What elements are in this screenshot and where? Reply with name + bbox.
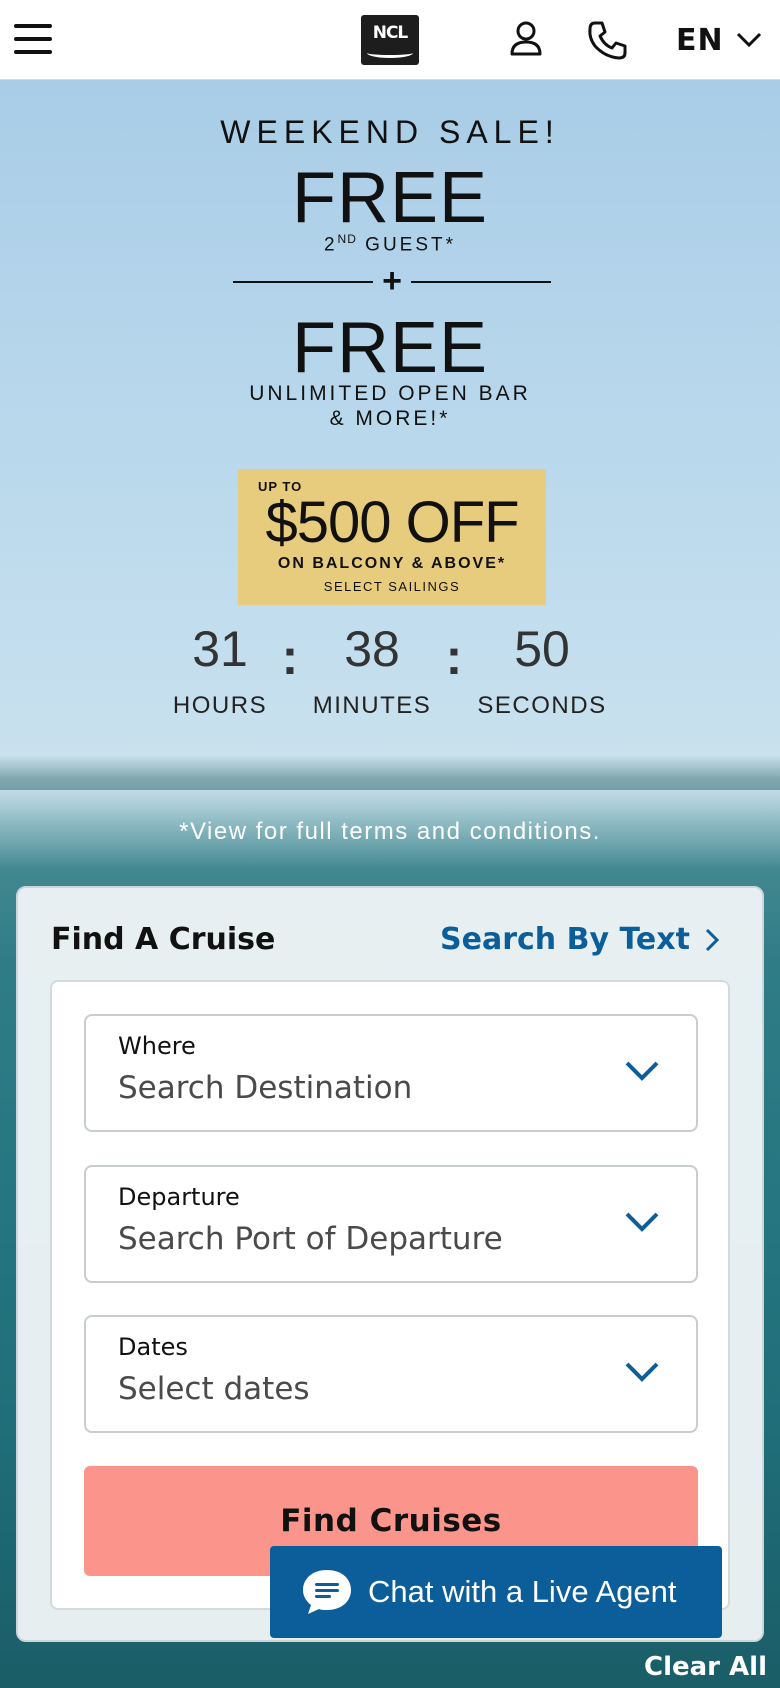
ncl-logo[interactable]: NCL (361, 15, 419, 65)
promo-free-guest: FREE (291, 158, 489, 238)
plus-sign: + (382, 262, 402, 300)
departure-label: Departure (118, 1183, 240, 1211)
logo-wave (367, 48, 413, 58)
countdown-hours: 31 (192, 621, 248, 677)
language-code: EN (676, 22, 724, 58)
logo-text: NCL (372, 23, 409, 43)
user-account-icon[interactable] (504, 18, 548, 62)
language-selector[interactable]: EN (676, 22, 762, 58)
terms-link[interactable]: *View for full terms and conditions. (0, 818, 780, 846)
countdown-separator: : (445, 629, 463, 685)
chat-bubble-icon (303, 1570, 351, 1614)
destination-dropdown[interactable]: Where Search Destination (84, 1014, 698, 1132)
offer-select: SELECT SAILINGS (323, 579, 461, 594)
chevron-down-icon (625, 1362, 659, 1382)
promo-guest-line: 2ND GUEST* (0, 232, 780, 256)
promo-bar-line2: & MORE!* (329, 407, 451, 430)
chat-label: Chat with a Live Agent (368, 1574, 677, 1609)
guest-prefix: 2 (323, 234, 338, 256)
hamburger-menu-icon[interactable] (14, 24, 52, 56)
phone-icon[interactable] (585, 18, 629, 62)
countdown-minutes-label: MINUTES (312, 692, 432, 719)
countdown-hours-label: HOURS (172, 692, 268, 719)
countdown-seconds-label: SECONDS (477, 692, 607, 719)
offer-badge[interactable]: UP TO $500 OFF ON BALCONY & ABOVE* SELEC… (238, 469, 546, 605)
guest-sup: ND (337, 232, 357, 246)
offer-amount: $500 OFF (265, 490, 519, 555)
offer-detail: ON BALCONY & ABOVE* (277, 555, 507, 572)
live-agent-chat-button[interactable]: Chat with a Live Agent (270, 1546, 722, 1638)
countdown-seconds: 50 (514, 621, 570, 677)
search-form: Where Search Destination Departure Searc… (50, 980, 730, 1610)
promo-headline: WEEKEND SALE! (220, 114, 560, 150)
dates-label: Dates (118, 1333, 188, 1361)
destination-placeholder: Search Destination (118, 1070, 413, 1106)
chevron-right-icon (705, 928, 720, 951)
dates-dropdown[interactable]: Dates Select dates (84, 1315, 698, 1433)
countdown-timer: 31 : 38 : 50 HOURS MINUTES SECONDS (0, 620, 780, 750)
clear-all-button[interactable]: Clear All (644, 1652, 767, 1682)
departure-dropdown[interactable]: Departure Search Port of Departure (84, 1165, 698, 1283)
find-cruises-label: Find Cruises (280, 1503, 502, 1539)
countdown-minutes: 38 (344, 621, 400, 677)
find-cruise-title: Find A Cruise (51, 922, 276, 957)
find-cruise-card: Find A Cruise Search By Text Where Searc… (16, 886, 764, 1642)
chevron-down-icon (625, 1061, 659, 1081)
chevron-down-icon (736, 32, 761, 48)
guest-suffix: GUEST* (365, 234, 457, 256)
countdown-separator: : (281, 629, 299, 685)
destination-label: Where (118, 1032, 196, 1060)
top-nav-bar: NCL EN (0, 0, 780, 80)
dates-placeholder: Select dates (118, 1371, 310, 1407)
chevron-down-icon (625, 1212, 659, 1232)
search-by-text-link[interactable]: Search By Text (440, 922, 720, 957)
promo-divider: + (233, 262, 551, 300)
search-by-text-label: Search By Text (440, 922, 690, 957)
promo-free-bar: FREE (291, 308, 489, 388)
departure-placeholder: Search Port of Departure (118, 1221, 503, 1257)
promo-bar-line1: UNLIMITED OPEN BAR (249, 382, 531, 405)
